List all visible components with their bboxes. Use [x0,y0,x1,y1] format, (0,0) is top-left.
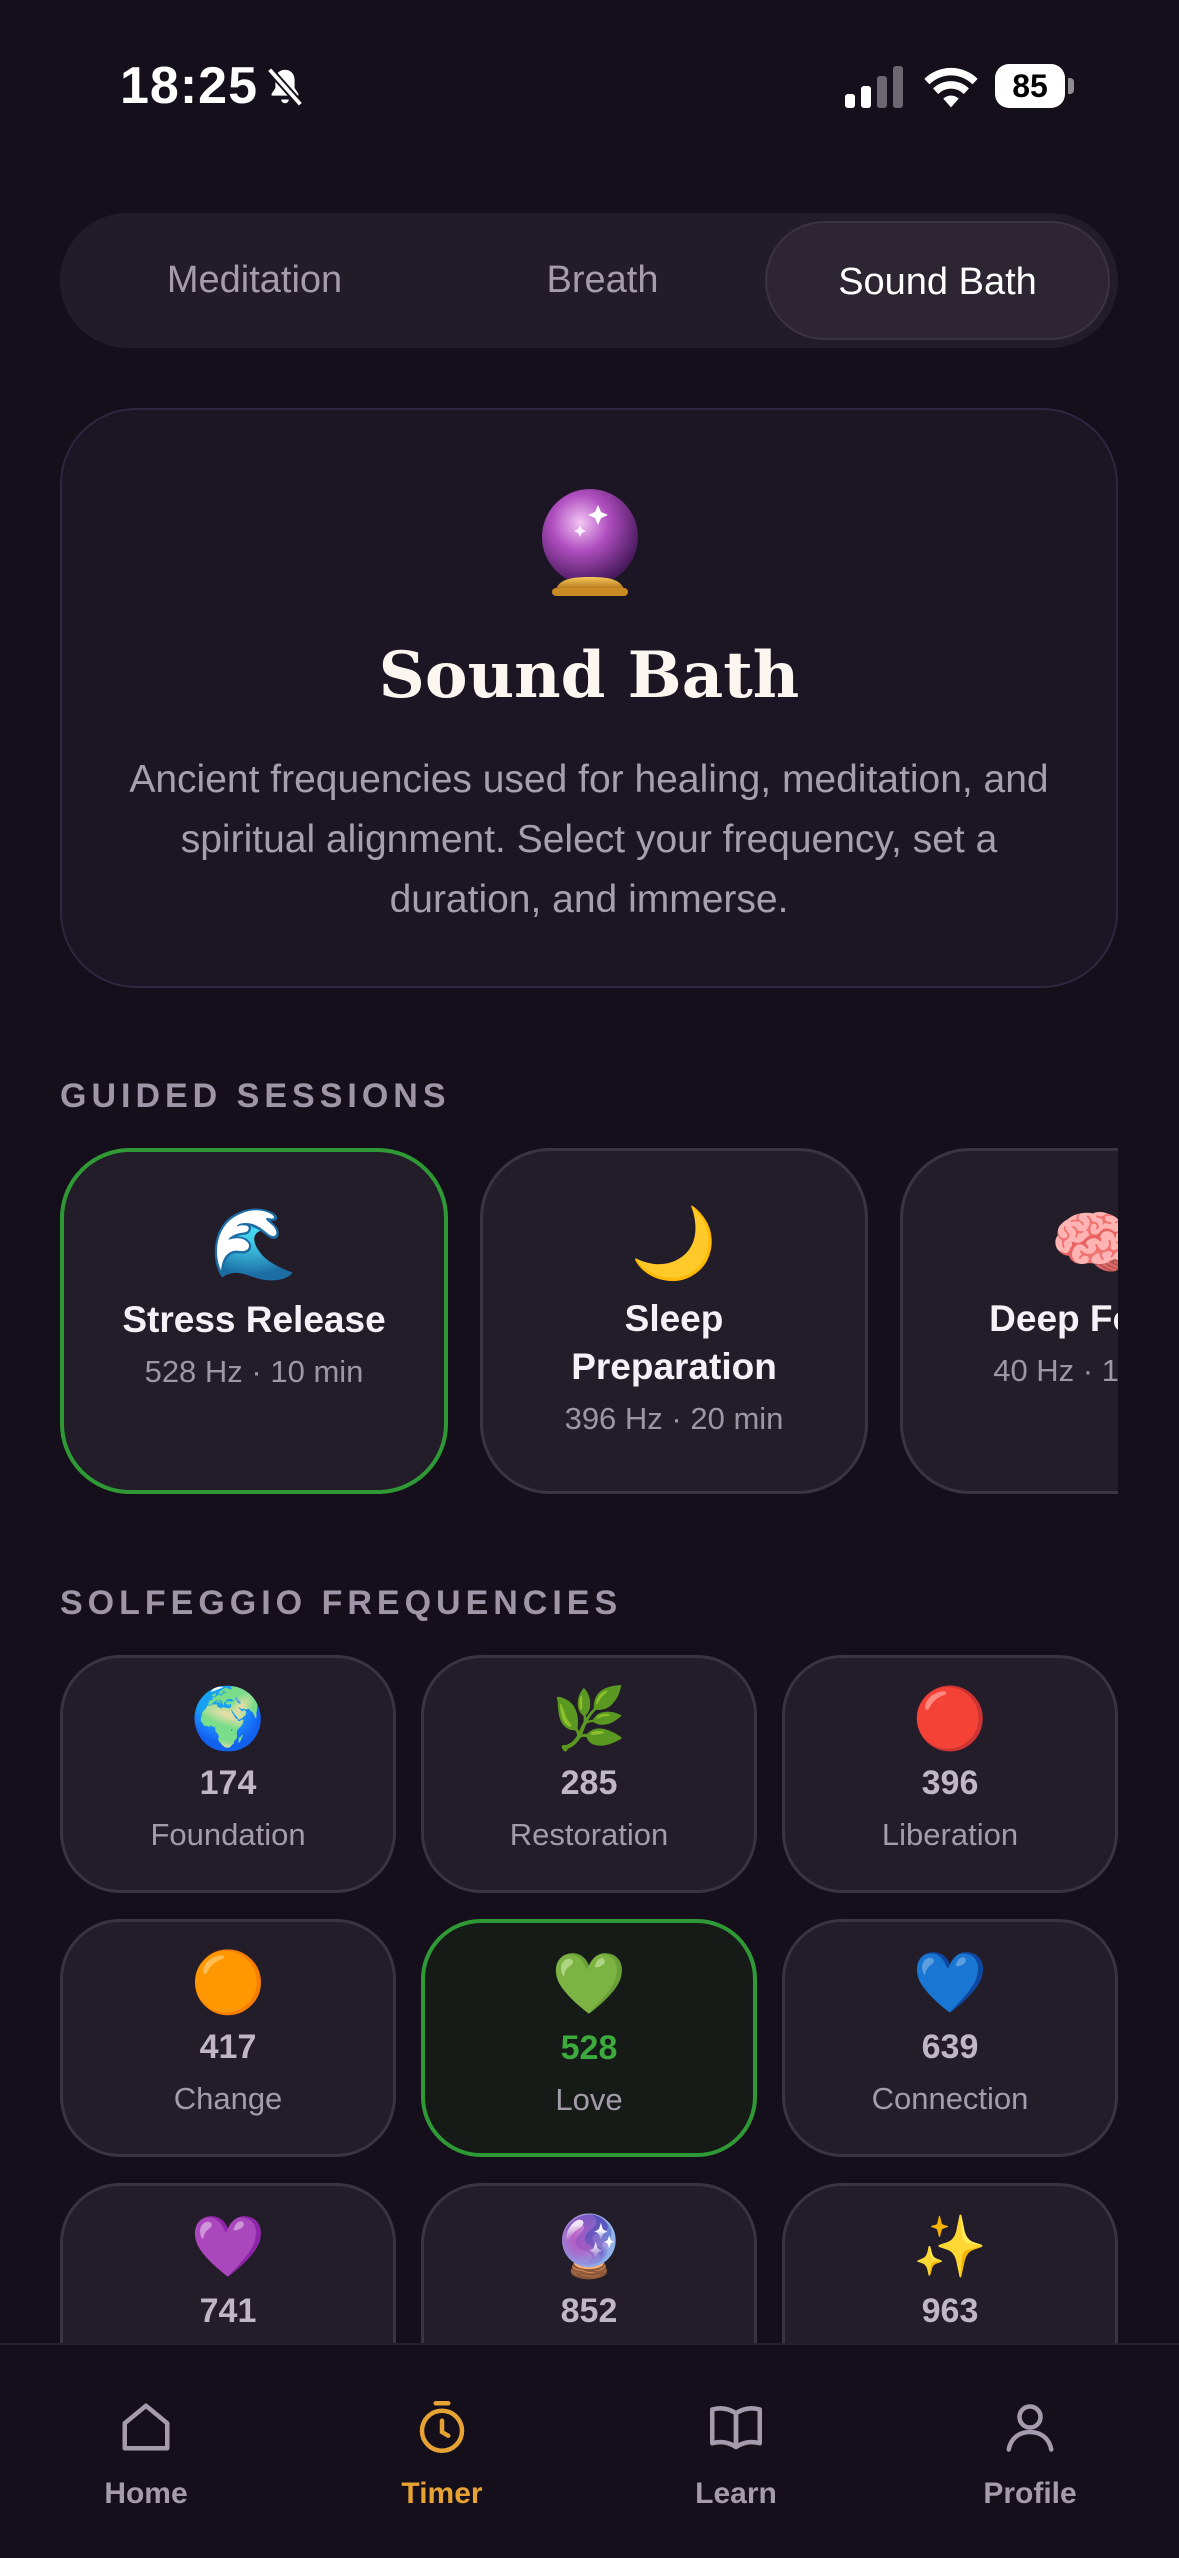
frequency-value: 417 [199,2028,257,2066]
hero-title: Sound Bath [378,638,800,713]
frequency-label: Liberation [881,1817,1019,1852]
frequency-value: 963 [921,2292,979,2330]
frequency-card-285[interactable]: 🌿 285 Restoration [421,1655,757,1893]
frequency-card-963[interactable]: ✨ 963 [782,2183,1118,2343]
blue-heart-icon: 💙 [912,1949,988,2016]
session-name: Stress Release [122,1299,386,1340]
bell-muted-icon [266,67,304,107]
crystal-ball-icon [542,489,638,596]
frequency-value: 852 [560,2292,618,2330]
mode-segmented-control: Meditation Breath Sound Bath [60,213,1118,348]
profile-icon [1006,2404,1054,2452]
frequency-card-174[interactable]: 🌍 174 Foundation [60,1655,396,1893]
frequency-value: 174 [199,1764,257,1802]
globe-icon: 🌍 [190,1685,266,1752]
nav-label: Home [104,2477,188,2510]
nav-label: Learn [695,2477,777,2510]
tab-sound-bath[interactable]: Sound Bath [765,221,1110,340]
frequency-label: Foundation [150,1817,306,1852]
frequency-value: 639 [921,2028,979,2066]
guided-sessions-carousel[interactable]: 🌊 Stress Release 528 Hz · 10 min 🌙 Sleep… [60,1148,1118,1494]
session-name: Sleep Preparation [571,1298,777,1387]
book-icon [710,2406,762,2450]
purple-heart-icon: 💜 [190,2213,266,2280]
sparkles-icon: ✨ [912,2213,988,2280]
hero-description: Ancient frequencies used for healing, me… [129,758,1049,921]
guided-sessions-heading: GUIDED SESSIONS [60,1077,451,1115]
frequency-card-852[interactable]: 🔮 852 [421,2183,757,2343]
frequency-value: 396 [921,1764,979,1802]
solfeggio-heading: SOLFEGGIO FREQUENCIES [60,1584,623,1622]
crystal-ball-icon: 🔮 [551,2213,627,2280]
battery-level: 85 [995,64,1065,108]
frequency-label: Love [555,2082,623,2117]
frequency-label: Connection [871,2081,1029,2116]
frequency-card-396[interactable]: 🔴 396 Liberation [782,1655,1118,1893]
sound-bath-intro-card: Sound Bath Ancient frequencies used for … [60,408,1118,988]
red-circle-icon: 🔴 [912,1685,988,1752]
frequency-card-741[interactable]: 💜 741 [60,2183,396,2343]
nav-profile[interactable]: Profile [930,2397,1130,2511]
bottom-tab-bar: Home Timer Learn Profile [0,2343,1179,2558]
moon-icon: 🌙 [630,1204,718,1282]
wifi-icon [924,67,978,108]
nav-home[interactable]: Home [46,2397,246,2511]
solfeggio-grid: 🌍 174 Foundation 🌿 285 Restoration 🔴 396… [60,1655,1118,2343]
frequency-value: 741 [199,2292,257,2330]
frequency-value: 528 [560,2029,618,2067]
session-card-sleep-preparation[interactable]: 🌙 Sleep Preparation 396 Hz · 20 min [480,1148,868,1494]
session-name: Deep Focus [989,1298,1118,1339]
frequency-card-528[interactable]: 💚 528 Love [421,1919,757,2157]
battery-icon: 85 [995,64,1077,110]
nav-label: Timer [401,2477,483,2510]
session-card-deep-focus[interactable]: 🧠 Deep Focus 40 Hz · 15 min [900,1148,1118,1494]
nav-learn[interactable]: Learn [636,2397,836,2511]
green-heart-icon: 💚 [551,1950,627,2017]
session-card-stress-release[interactable]: 🌊 Stress Release 528 Hz · 10 min [60,1148,448,1494]
timer-icon [419,2401,465,2453]
orange-circle-icon: 🟠 [190,1949,266,2016]
home-icon [122,2403,170,2451]
nav-timer[interactable]: Timer [342,2397,542,2511]
session-meta: 528 Hz · 10 min [144,1354,364,1389]
brain-icon: 🧠 [1050,1204,1118,1282]
session-meta: 396 Hz · 20 min [564,1401,784,1436]
session-meta: 40 Hz · 15 min [993,1353,1118,1388]
frequency-label: Restoration [509,1817,669,1852]
status-bar: 18:25 85 [0,0,1179,170]
tab-breath[interactable]: Breath [430,221,775,340]
frequency-value: 285 [560,1764,618,1802]
frequency-card-417[interactable]: 🟠 417 Change [60,1919,396,2157]
herb-icon: 🌿 [551,1685,627,1752]
nav-label: Profile [983,2477,1077,2510]
frequency-card-639[interactable]: 💙 639 Connection [782,1919,1118,2157]
cellular-signal-icon [845,66,905,108]
status-time: 18:25 [120,57,258,115]
tab-meditation[interactable]: Meditation [82,221,427,340]
wave-icon: 🌊 [210,1205,298,1283]
frequency-label: Change [173,2081,283,2116]
